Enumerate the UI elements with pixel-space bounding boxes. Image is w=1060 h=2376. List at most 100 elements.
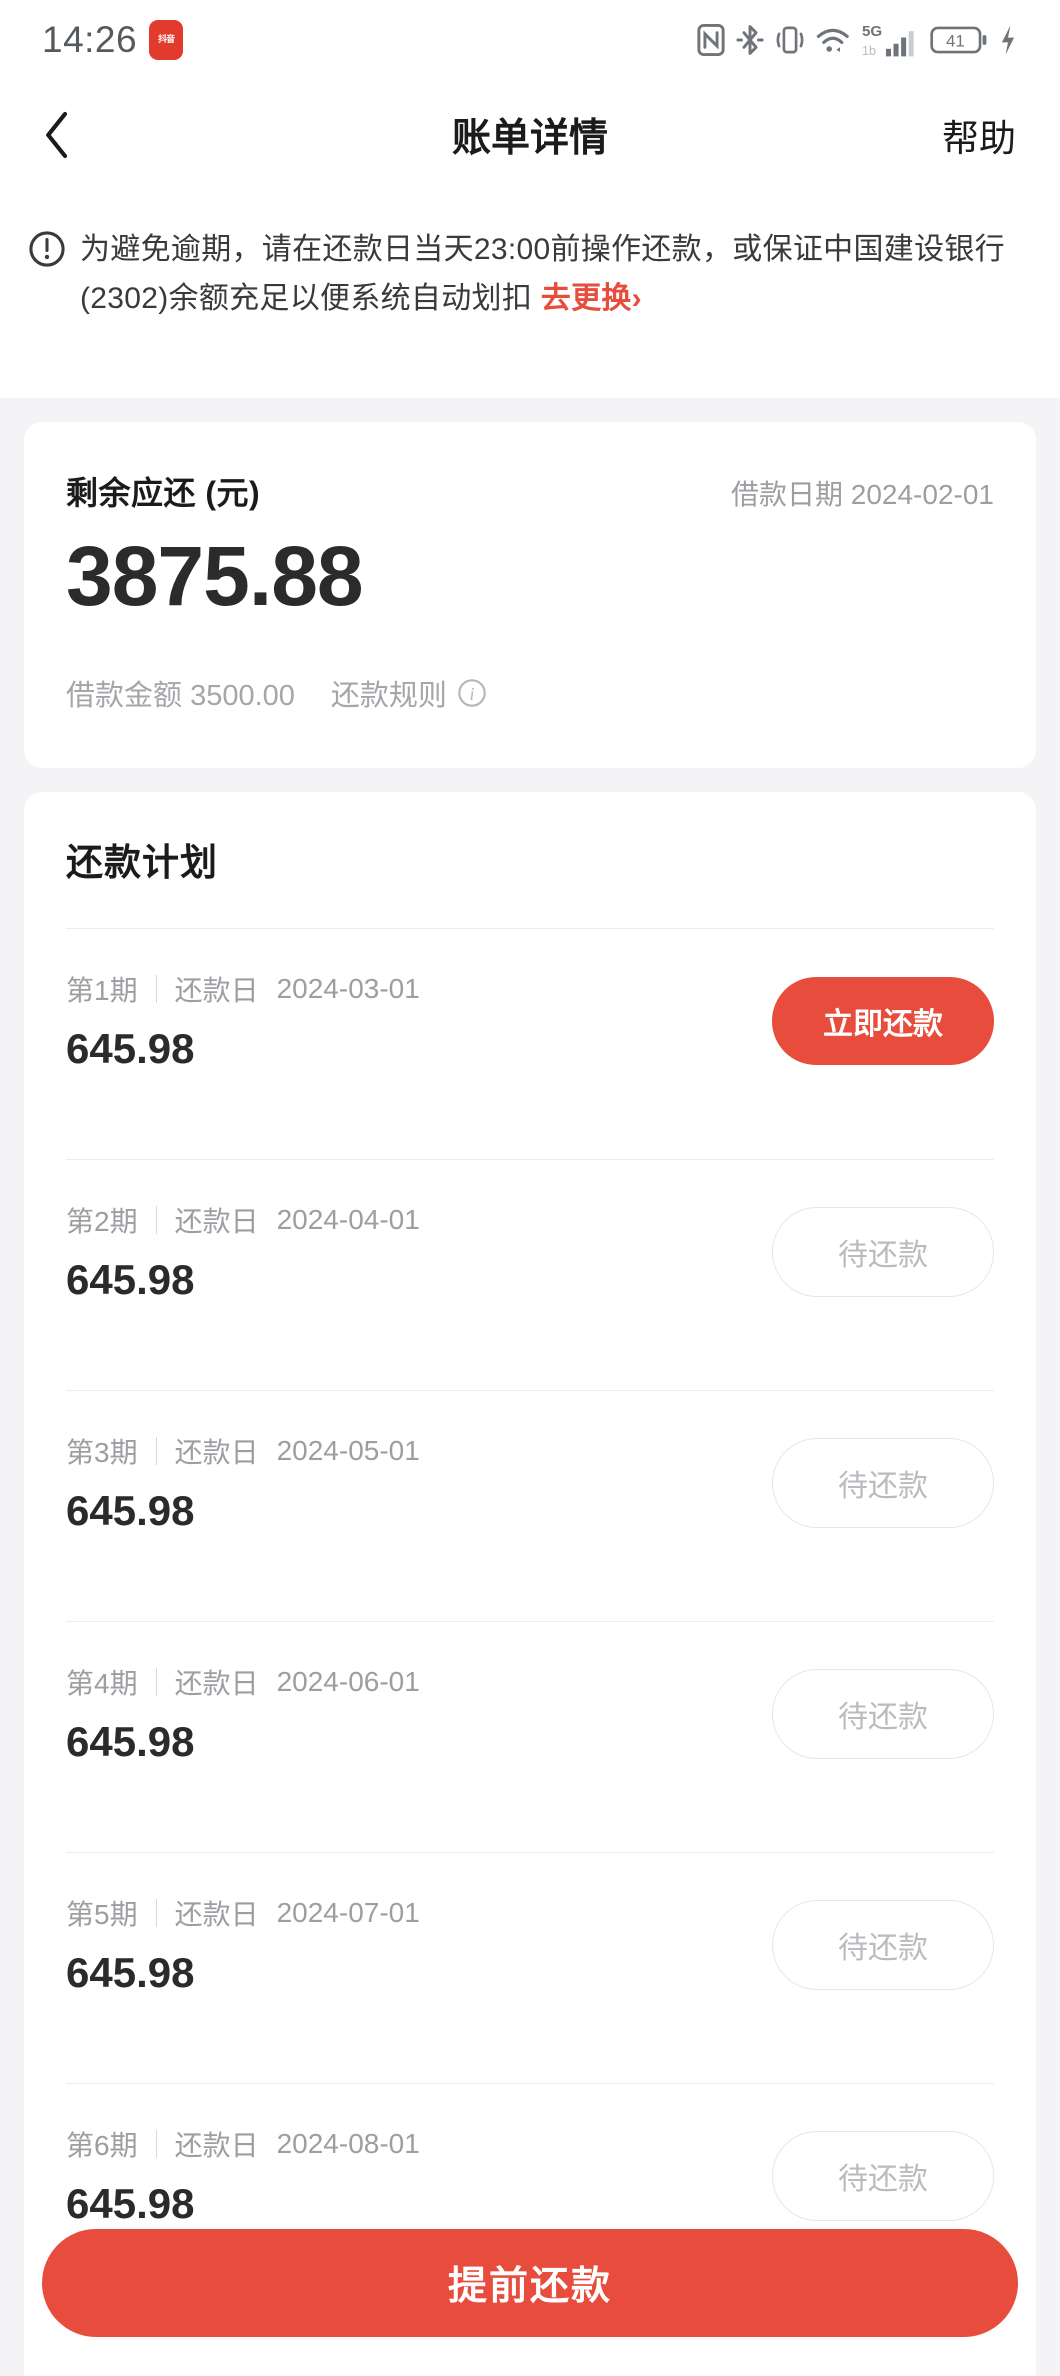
back-chevron-icon <box>46 111 68 159</box>
row-separator <box>155 1437 157 1466</box>
scroll-content[interactable]: 剩余应还 (元) 借款日期 2024-02-01 3875.88 借款金额 35… <box>0 398 1060 2376</box>
term-label: 第3期 <box>66 1437 138 1469</box>
loan-date-label: 借款日期 <box>730 479 843 510</box>
notice-text-block: 为避免逾期，请在还款日当天23:00前操作还款，或保证中国建设银行(2302)余… <box>80 226 1020 398</box>
row-header: 第3期 还款日 2024-05-01 <box>66 1431 420 1471</box>
svg-text:1b: 1b <box>862 44 876 58</box>
due-date-value: 2024-05-01 <box>276 1435 420 1467</box>
loan-date-value: 2024-02-01 <box>850 479 994 510</box>
table-row[interactable]: 第4期 还款日 2024-06-01 645.98 待还款 <box>66 1622 994 1810</box>
pending-status-button[interactable]: 待还款 <box>772 2131 994 2222</box>
nav-bar: 账单详情 帮助 <box>0 80 1060 190</box>
loan-date: 借款日期 2024-02-01 <box>731 473 994 513</box>
due-date-label: 还款日 <box>174 1437 259 1469</box>
phone-screen: 14:26 抖音 5G 1b 41 账单详情 帮助 为避免逾期，请在还款日当天2… <box>0 0 1060 2376</box>
row-separator <box>155 1668 157 1697</box>
repayment-rule-label: 还款规则 <box>330 680 447 713</box>
exclamation-circle-icon <box>28 226 66 398</box>
back-button[interactable] <box>44 111 114 159</box>
row-info: 第4期 还款日 2024-06-01 645.98 <box>66 1662 420 1766</box>
vibrate-icon <box>776 26 804 54</box>
remaining-due-amount: 3875.88 <box>66 529 364 623</box>
repayment-rows: 第1期 还款日 2024-03-01 645.98 立即还款 第2期 还款日 2024-04-… <box>66 929 994 2272</box>
installment-amount: 645.98 <box>66 1487 195 1535</box>
table-row[interactable]: 第3期 还款日 2024-05-01 645.98 待还款 <box>66 1391 994 1579</box>
table-row[interactable]: 第5期 还款日 2024-07-01 645.98 待还款 <box>66 1853 994 2041</box>
installment-amount: 645.98 <box>66 2180 195 2228</box>
help-button[interactable]: 帮助 <box>942 108 1016 162</box>
pending-status-button[interactable]: 待还款 <box>772 1438 994 1529</box>
due-date-value: 2024-03-01 <box>276 973 420 1005</box>
notification-badge-icon: 抖音 <box>149 20 184 60</box>
due-date-label: 还款日 <box>174 1206 259 1238</box>
info-icon: i <box>458 679 486 707</box>
installment-amount: 645.98 <box>66 1025 195 1073</box>
change-bank-link[interactable]: 去更换› <box>541 282 642 315</box>
row-header: 第4期 还款日 2024-06-01 <box>66 1662 420 1702</box>
term-label: 第2期 <box>66 1206 138 1238</box>
principal-amount: 借款金额 3500.00 <box>66 672 295 714</box>
due-date-label: 还款日 <box>174 1668 259 1700</box>
status-time: 14:26 <box>42 19 138 60</box>
installment-amount: 645.98 <box>66 1718 195 1766</box>
due-date-value: 2024-06-01 <box>276 1666 420 1698</box>
signal-icon: 5G 1b <box>862 23 914 58</box>
term-label: 第4期 <box>66 1668 138 1700</box>
summary-header: 剩余应还 (元) 借款日期 2024-02-01 <box>66 468 994 514</box>
due-date-label: 还款日 <box>174 975 259 1007</box>
row-header: 第1期 还款日 2024-03-01 <box>66 969 420 1009</box>
term-label: 第6期 <box>66 2130 138 2162</box>
row-separator <box>155 2130 157 2159</box>
table-row[interactable]: 第2期 还款日 2024-04-01 645.98 待还款 <box>66 1160 994 1348</box>
charging-icon <box>1001 25 1015 55</box>
overdue-notice: 为避免逾期，请在还款日当天23:00前操作还款，或保证中国建设银行(2302)余… <box>0 190 1060 398</box>
svg-text:i: i <box>469 684 474 704</box>
row-info: 第5期 还款日 2024-07-01 645.98 <box>66 1893 420 1997</box>
principal-label: 借款金额 <box>66 680 183 713</box>
summary-meta: 借款金额 3500.00 还款规则 i <box>66 672 994 714</box>
row-header: 第5期 还款日 2024-07-01 <box>66 1893 420 1933</box>
pending-status-button[interactable]: 待还款 <box>772 1900 994 1991</box>
svg-text:5G: 5G <box>862 23 882 40</box>
nfc-icon <box>697 23 725 57</box>
battery-level-text: 41 <box>946 32 965 51</box>
change-bank-link-label: 去更换 <box>540 281 632 315</box>
row-header: 第6期 还款日 2024-08-01 <box>66 2124 420 2164</box>
remaining-due-label: 剩余应还 (元) <box>66 475 261 511</box>
wifi-icon <box>816 28 849 52</box>
status-bar: 14:26 抖音 5G 1b 41 <box>0 0 1060 80</box>
due-date-value: 2024-04-01 <box>276 1204 420 1236</box>
row-separator <box>155 1206 157 1235</box>
repayment-plan-title: 还款计划 <box>66 842 218 884</box>
row-info: 第6期 还款日 2024-08-01 645.98 <box>66 2124 420 2228</box>
term-label: 第5期 <box>66 1899 138 1931</box>
chevron-right-icon: › <box>631 281 642 315</box>
battery-icon: 41 <box>930 26 987 54</box>
pay-now-button[interactable]: 立即还款 <box>772 977 994 1066</box>
bluetooth-icon <box>736 25 764 55</box>
installment-amount: 645.98 <box>66 1949 195 1997</box>
pending-status-button[interactable]: 待还款 <box>772 1669 994 1760</box>
row-info: 第2期 还款日 2024-04-01 645.98 <box>66 1200 420 1304</box>
pending-status-button[interactable]: 待还款 <box>772 1207 994 1298</box>
row-separator <box>155 975 157 1004</box>
due-date-value: 2024-07-01 <box>276 1897 420 1929</box>
status-bar-left: 14:26 抖音 <box>42 19 184 61</box>
status-bar-right: 5G 1b 41 <box>696 21 1018 59</box>
due-date-value: 2024-08-01 <box>276 2128 420 2160</box>
repayment-rule-link[interactable]: 还款规则 i <box>331 672 487 714</box>
table-row[interactable]: 第1期 还款日 2024-03-01 645.98 立即还款 <box>66 929 994 1117</box>
installment-amount: 645.98 <box>66 1256 195 1304</box>
row-separator <box>155 1899 157 1928</box>
row-header: 第2期 还款日 2024-04-01 <box>66 1200 420 1240</box>
row-info: 第3期 还款日 2024-05-01 645.98 <box>66 1431 420 1535</box>
row-info: 第1期 还款日 2024-03-01 645.98 <box>66 969 420 1073</box>
summary-card: 剩余应还 (元) 借款日期 2024-02-01 3875.88 借款金额 35… <box>24 422 1036 769</box>
due-date-label: 还款日 <box>174 2130 259 2162</box>
early-repayment-button[interactable]: 提前还款 <box>42 2229 1018 2337</box>
due-date-label: 还款日 <box>174 1899 259 1931</box>
term-label: 第1期 <box>66 975 138 1007</box>
principal-value: 3500.00 <box>190 680 295 713</box>
page-title: 账单详情 <box>451 117 608 160</box>
repayment-plan-card: 还款计划 第1期 还款日 2024-03-01 645.98 立即还款 第2期 还款日 202… <box>24 792 1036 2376</box>
